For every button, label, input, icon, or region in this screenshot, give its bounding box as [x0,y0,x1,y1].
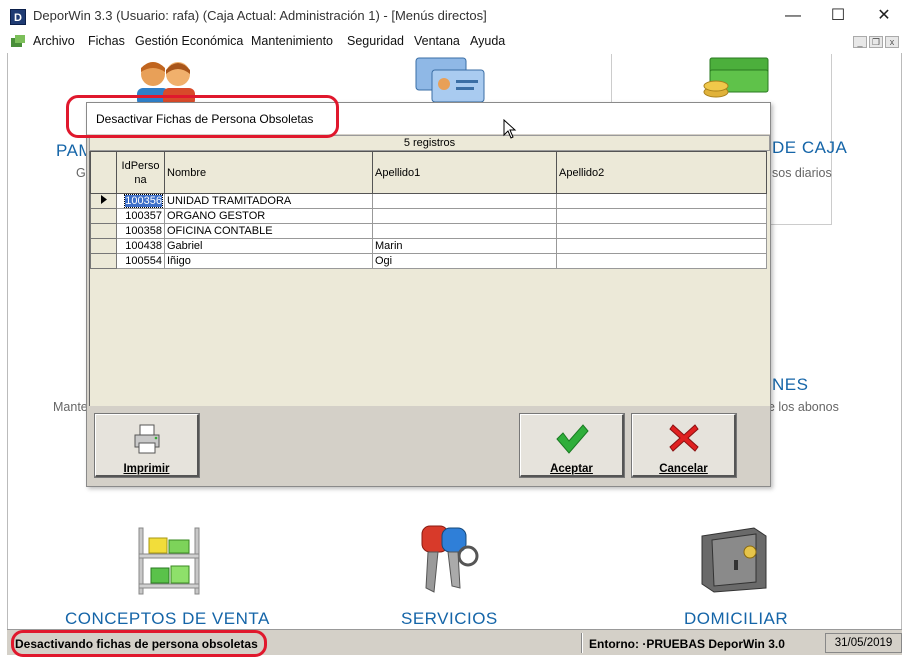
mouse-cursor-icon [503,119,517,139]
row-indicator[interactable] [90,223,117,239]
table-row[interactable]: 100554 Iñigo Ogi [90,253,767,269]
print-button[interactable]: Imprimir [94,413,200,478]
status-environment: Entorno: ·PRUEBAS DeporWin 3.0 [589,637,785,651]
safe-icon[interactable] [698,524,770,594]
cell-apellido1[interactable] [372,223,557,239]
cell-apellido2[interactable] [556,208,767,224]
cell-nombre[interactable]: Iñigo [164,253,373,269]
cell-nombre[interactable]: OFICINA CONTABLE [164,223,373,239]
persons-grid[interactable]: IdPersona Nombre Apellido1 Apellido2 100… [89,151,770,406]
id-cards-icon[interactable] [414,56,486,104]
menu-gestion-economica[interactable]: Gestión Económica [135,34,243,48]
cell-apellido1[interactable]: Ogi [372,253,557,269]
cross-icon [668,424,699,452]
cell-apellido2[interactable] [556,238,767,254]
cell-apellido1[interactable] [372,193,557,209]
maximize-button[interactable]: ☐ [815,0,861,32]
cell-idpersona[interactable]: 100358 [116,223,165,239]
checkmark-icon [555,424,589,454]
table-row[interactable]: 100356 UNIDAD TRAMITADORA [90,193,767,209]
row-indicator[interactable] [90,208,117,224]
menu-bar: Archivo Fichas Gestión Económica Manteni… [0,32,909,52]
shelf-boxes-icon[interactable] [135,524,205,596]
row-indicator[interactable] [90,238,117,254]
menu-app-icon [11,35,25,47]
menu-ventana[interactable]: Ventana [414,34,460,48]
annotation-highlight-status-message [11,630,267,657]
grid-corner-header [90,151,117,194]
mdi-restore-button[interactable]: ❐ [869,36,883,48]
print-button-label: Imprimir [123,463,170,475]
main-window: D DeporWin 3.3 (Usuario: rafa) (Caja Act… [0,0,909,658]
row-indicator[interactable] [90,193,117,209]
table-row[interactable]: 100358 OFICINA CONTABLE [90,223,767,239]
table-row[interactable]: 100438 Gabriel Marin [90,238,767,254]
mdi-minimize-button[interactable]: _ [853,36,867,48]
tile-servicios[interactable]: SERVICIOS [401,609,498,629]
money-icon[interactable] [700,56,772,104]
column-header-label: IdPersona [121,159,160,186]
cell-nombre[interactable]: UNIDAD TRAMITADORA [164,193,373,209]
cell-nombre[interactable]: ORGANO GESTOR [164,208,373,224]
accept-button[interactable]: Aceptar [519,413,625,478]
cell-idpersona[interactable]: 100554 [116,253,165,269]
tile-caja-sub: sos diarios [772,166,832,180]
table-row[interactable]: 100357 ORGANO GESTOR [90,208,767,224]
cell-apellido2[interactable] [556,223,767,239]
tile-abonos-title[interactable]: NES [772,375,808,395]
column-header-apellido2[interactable]: Apellido2 [556,151,767,194]
cancel-button[interactable]: Cancelar [631,413,737,478]
tile-domiciliar[interactable]: DOMICILIAR [684,609,788,629]
row-indicator[interactable] [90,253,117,269]
printer-icon [134,424,159,454]
tile-abonos-sub-right: e los abonos [768,400,839,414]
column-header-nombre[interactable]: Nombre [164,151,373,194]
menu-mantenimiento[interactable]: Mantenimiento [251,34,333,48]
tile-partial-left-sub: G [76,166,86,180]
column-header-idpersona[interactable]: IdPersona [116,151,165,194]
annotation-highlight-dialog-title [66,95,339,138]
cell-idpersona[interactable]: 100356 [116,193,165,209]
current-row-arrow-icon [100,195,107,204]
status-date: 31/05/2019 [825,633,902,653]
accept-button-label: Aceptar [550,463,593,475]
app-icon[interactable]: D [10,9,26,25]
menu-seguridad[interactable]: Seguridad [347,34,404,48]
menu-archivo[interactable]: Archivo [33,34,75,48]
tile-caja-title[interactable]: DE CAJA [772,138,847,158]
title-bar: D DeporWin 3.3 (Usuario: rafa) (Caja Act… [0,0,909,32]
close-button[interactable]: ✕ [861,0,907,32]
cancel-button-label: Cancelar [659,463,708,475]
cell-apellido2[interactable] [556,193,767,209]
cell-nombre[interactable]: Gabriel [164,238,373,254]
cell-apellido1[interactable] [372,208,557,224]
cell-apellido1[interactable]: Marin [372,238,557,254]
keys-icon[interactable] [418,522,480,594]
tile-abonos-sub-left: Mante [53,400,88,414]
deactivate-persons-dialog: Desactivar Fichas de Persona Obsoletas 5… [86,102,771,487]
menu-ayuda[interactable]: Ayuda [470,34,505,48]
minimize-button[interactable]: — [770,0,816,32]
cell-idpersona[interactable]: 100438 [116,238,165,254]
status-separator [581,633,583,653]
mdi-close-button[interactable]: x [885,36,899,48]
column-header-apellido1[interactable]: Apellido1 [372,151,557,194]
menu-fichas[interactable]: Fichas [88,34,125,48]
window-title: DeporWin 3.3 (Usuario: rafa) (Caja Actua… [33,8,487,23]
cell-idpersona[interactable]: 100357 [116,208,165,224]
cell-apellido2[interactable] [556,253,767,269]
tile-conceptos-venta[interactable]: CONCEPTOS DE VENTA [65,609,270,629]
